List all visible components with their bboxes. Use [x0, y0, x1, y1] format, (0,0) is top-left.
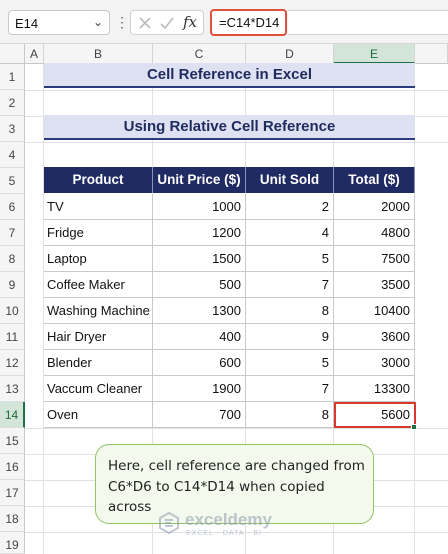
active-cell-outline[interactable]: [334, 402, 416, 428]
fill-handle[interactable]: [411, 424, 417, 430]
header-unit-price[interactable]: Unit Price ($): [153, 167, 246, 193]
grid-line: [25, 142, 448, 143]
exceldemy-logo-icon: [159, 512, 179, 534]
select-all-corner[interactable]: [0, 44, 25, 64]
row-header-7[interactable]: 7: [0, 220, 25, 246]
unit-sold-cell[interactable]: 5: [246, 350, 334, 376]
header-product[interactable]: Product: [44, 167, 153, 193]
row-header-6[interactable]: 6: [0, 194, 25, 220]
formula-bar: E14 ⌄ ⋮ fx =C14*D14: [0, 0, 448, 44]
formula-text: =C14*D14: [219, 15, 280, 30]
row-header-12[interactable]: 12: [0, 350, 25, 376]
watermark-tagline: EXCEL · DATA · BI: [186, 530, 262, 537]
unit-price-cell[interactable]: 500: [153, 272, 246, 298]
row-header-17[interactable]: 17: [0, 480, 25, 506]
grid-line: [25, 90, 448, 91]
row-header-18[interactable]: 18: [0, 506, 25, 532]
product-cell[interactable]: Vaccum Cleaner: [44, 376, 153, 402]
row-header-9[interactable]: 9: [0, 272, 25, 298]
product-cell[interactable]: Fridge: [44, 220, 153, 246]
product-cell[interactable]: Coffee Maker: [44, 272, 153, 298]
unit-sold-cell[interactable]: 9: [246, 324, 334, 350]
unit-sold-cell[interactable]: 8: [246, 402, 334, 428]
total-cell[interactable]: 4800: [334, 220, 415, 246]
row-header-16[interactable]: 16: [0, 454, 25, 480]
header-unit-sold[interactable]: Unit Sold: [246, 167, 334, 193]
row-header-4[interactable]: 4: [0, 142, 25, 168]
watermark-name: exceldemy: [185, 510, 272, 529]
header-total[interactable]: Total ($): [334, 167, 415, 193]
unit-price-cell[interactable]: 400: [153, 324, 246, 350]
unit-sold-cell[interactable]: 2: [246, 194, 334, 220]
column-header-d[interactable]: D: [246, 44, 334, 64]
unit-price-cell[interactable]: 600: [153, 350, 246, 376]
chevron-down-icon[interactable]: ⌄: [93, 15, 103, 29]
name-box-value: E14: [15, 16, 39, 31]
unit-sold-cell[interactable]: 5: [246, 246, 334, 272]
total-cell[interactable]: 3000: [334, 350, 415, 376]
unit-sold-cell[interactable]: 7: [246, 376, 334, 402]
row-header-10[interactable]: 10: [0, 298, 25, 324]
row-header-11[interactable]: 11: [0, 324, 25, 350]
column-header-a[interactable]: A: [25, 44, 44, 64]
column-header-b[interactable]: B: [44, 44, 153, 64]
name-box[interactable]: E14 ⌄: [8, 10, 110, 35]
unit-sold-cell[interactable]: 7: [246, 272, 334, 298]
unit-price-cell[interactable]: 1900: [153, 376, 246, 402]
watermark: exceldemy EXCEL · DATA · BI: [158, 508, 308, 542]
unit-price-cell[interactable]: 1500: [153, 246, 246, 272]
grid-line: [25, 428, 448, 429]
row-header-8[interactable]: 8: [0, 246, 25, 272]
unit-price-cell[interactable]: 1300: [153, 298, 246, 324]
column-header-e[interactable]: E: [334, 44, 415, 64]
total-cell[interactable]: 13300: [334, 376, 415, 402]
product-cell[interactable]: TV: [44, 194, 153, 220]
row-header-1[interactable]: 1: [0, 64, 25, 90]
unit-sold-cell[interactable]: 8: [246, 298, 334, 324]
cancel-icon[interactable]: [137, 15, 153, 31]
main-title[interactable]: Cell Reference in Excel: [44, 63, 415, 88]
row-header-2[interactable]: 2: [0, 90, 25, 116]
formula-input[interactable]: =C14*D14: [210, 9, 287, 36]
product-cell[interactable]: Hair Dryer: [44, 324, 153, 350]
row-header-14[interactable]: 14: [0, 402, 25, 428]
product-cell[interactable]: Laptop: [44, 246, 153, 272]
total-cell[interactable]: 3600: [334, 324, 415, 350]
formula-input-extension[interactable]: [288, 10, 448, 35]
check-icon[interactable]: [159, 15, 175, 31]
total-cell[interactable]: 10400: [334, 298, 415, 324]
unit-sold-cell[interactable]: 4: [246, 220, 334, 246]
product-cell[interactable]: Washing Machine: [44, 298, 153, 324]
row-header-5[interactable]: 5: [0, 168, 25, 194]
sub-title[interactable]: Using Relative Cell Reference: [44, 115, 415, 140]
product-cell[interactable]: Blender: [44, 350, 153, 376]
insert-function-icon[interactable]: fx: [183, 13, 197, 31]
row-header-13[interactable]: 13: [0, 376, 25, 402]
row-header-3[interactable]: 3: [0, 116, 25, 142]
row-header-15[interactable]: 15: [0, 428, 25, 454]
total-cell[interactable]: 3500: [334, 272, 415, 298]
product-cell[interactable]: Oven: [44, 402, 153, 428]
unit-price-cell[interactable]: 1000: [153, 194, 246, 220]
total-cell[interactable]: 7500: [334, 246, 415, 272]
column-header-f[interactable]: [415, 44, 448, 64]
total-cell[interactable]: 2000: [334, 194, 415, 220]
more-options-icon[interactable]: ⋮: [115, 10, 129, 35]
formula-controls: fx: [130, 10, 204, 35]
column-header-c[interactable]: C: [153, 44, 246, 64]
unit-price-cell[interactable]: 1200: [153, 220, 246, 246]
unit-price-cell[interactable]: 700: [153, 402, 246, 428]
row-header-19[interactable]: 19: [0, 532, 25, 554]
